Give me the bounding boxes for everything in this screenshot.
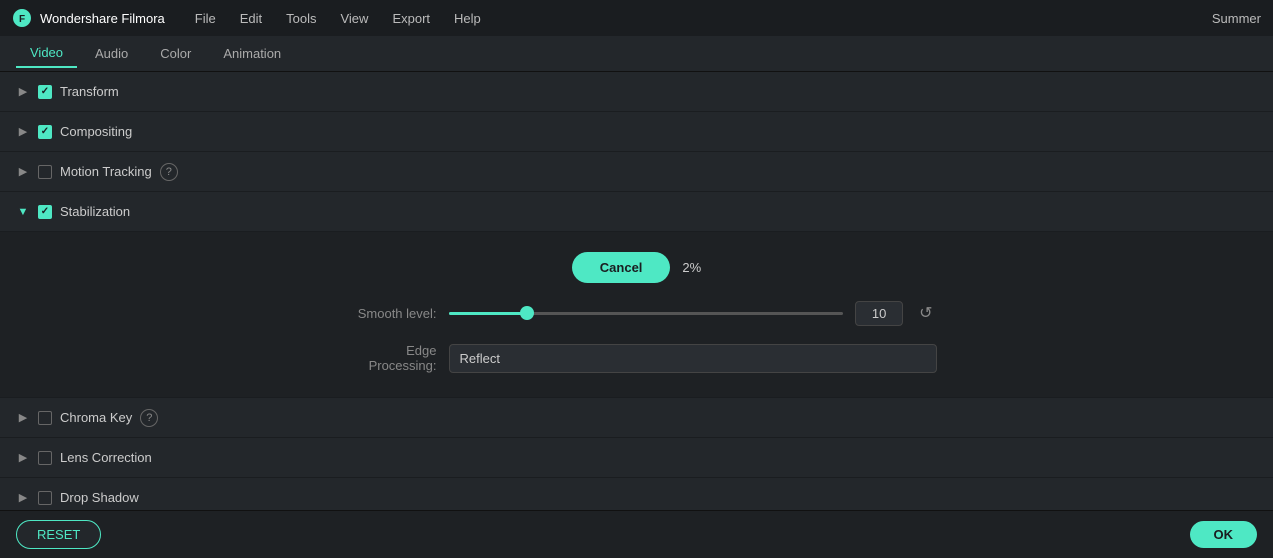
chevron-lens-correction: ▶ <box>16 451 30 464</box>
app-name: Wondershare Filmora <box>40 11 165 26</box>
help-motion-tracking[interactable]: ? <box>160 163 178 181</box>
smooth-slider[interactable] <box>449 303 844 323</box>
tab-video[interactable]: Video <box>16 39 77 68</box>
smooth-level-label: Smooth level: <box>337 306 437 321</box>
smooth-reset-button[interactable]: ↺ <box>915 299 936 327</box>
tab-animation[interactable]: Animation <box>209 40 295 67</box>
checkbox-motion-tracking[interactable] <box>38 165 52 179</box>
checkbox-lens-correction[interactable] <box>38 451 52 465</box>
label-lens-correction: Lens Correction <box>60 450 152 465</box>
cancel-row: Cancel 2% <box>572 252 701 283</box>
smooth-value-input[interactable] <box>855 301 903 326</box>
cancel-button[interactable]: Cancel <box>572 252 671 283</box>
progress-text: 2% <box>682 260 701 275</box>
label-stabilization: Stabilization <box>60 204 130 219</box>
section-compositing[interactable]: ▶ Compositing <box>0 112 1273 152</box>
menu-help[interactable]: Help <box>444 7 491 30</box>
menu-view[interactable]: View <box>330 7 378 30</box>
svg-text:F: F <box>19 14 25 25</box>
edge-processing-label: Edge Processing: <box>337 343 437 373</box>
smooth-level-row: Smooth level: ↺ <box>337 299 937 327</box>
tab-bar: Video Audio Color Animation <box>0 36 1273 72</box>
checkbox-drop-shadow[interactable] <box>38 491 52 505</box>
main-panel: ▶ Transform ▶ Compositing ▶ Motion Track… <box>0 72 1273 558</box>
section-stabilization[interactable]: ▼ Stabilization <box>0 192 1273 232</box>
app-logo: F <box>12 8 32 28</box>
section-chroma-key[interactable]: ▶ Chroma Key ? <box>0 398 1273 438</box>
ok-button[interactable]: OK <box>1190 521 1258 548</box>
chevron-motion-tracking: ▶ <box>16 165 30 178</box>
chevron-drop-shadow: ▶ <box>16 491 30 504</box>
checkbox-transform[interactable] <box>38 85 52 99</box>
label-drop-shadow: Drop Shadow <box>60 490 139 505</box>
user-name: Summer <box>1212 11 1261 26</box>
chevron-stabilization: ▼ <box>16 206 30 218</box>
slider-fill <box>449 312 528 315</box>
label-compositing: Compositing <box>60 124 132 139</box>
reset-button[interactable]: RESET <box>16 520 101 549</box>
label-motion-tracking: Motion Tracking <box>60 164 152 179</box>
edge-processing-select[interactable]: Reflect Tile Extend Crop <box>449 344 937 373</box>
menu-file[interactable]: File <box>185 7 226 30</box>
tab-color[interactable]: Color <box>146 40 205 67</box>
section-transform[interactable]: ▶ Transform <box>0 72 1273 112</box>
checkbox-chroma-key[interactable] <box>38 411 52 425</box>
help-chroma-key[interactable]: ? <box>140 409 158 427</box>
chevron-compositing: ▶ <box>16 125 30 138</box>
checkbox-compositing[interactable] <box>38 125 52 139</box>
chevron-transform: ▶ <box>16 85 30 98</box>
menu-bar: File Edit Tools View Export Help <box>185 7 1204 30</box>
tab-audio[interactable]: Audio <box>81 40 142 67</box>
title-bar: F Wondershare Filmora File Edit Tools Vi… <box>0 0 1273 36</box>
stabilization-content: Cancel 2% Smooth level: ↺ Edge Processin… <box>0 232 1273 398</box>
checkbox-stabilization[interactable] <box>38 205 52 219</box>
label-chroma-key: Chroma Key <box>60 410 132 425</box>
slider-thumb[interactable] <box>520 306 534 320</box>
menu-export[interactable]: Export <box>382 7 440 30</box>
edge-processing-row: Edge Processing: Reflect Tile Extend Cro… <box>337 343 937 373</box>
chevron-chroma-key: ▶ <box>16 411 30 424</box>
menu-edit[interactable]: Edit <box>230 7 272 30</box>
section-lens-correction[interactable]: ▶ Lens Correction <box>0 438 1273 478</box>
menu-tools[interactable]: Tools <box>276 7 326 30</box>
slider-track <box>449 312 844 315</box>
label-transform: Transform <box>60 84 119 99</box>
section-motion-tracking[interactable]: ▶ Motion Tracking ? <box>0 152 1273 192</box>
bottom-bar: RESET OK <box>0 510 1273 558</box>
